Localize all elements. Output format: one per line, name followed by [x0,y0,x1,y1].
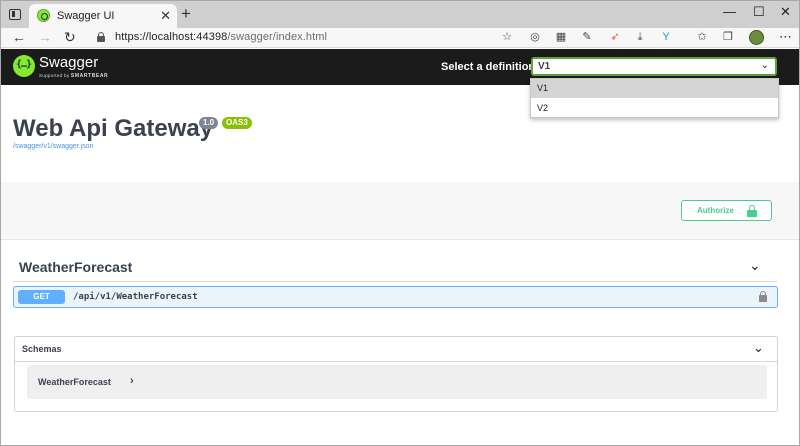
fork-icon[interactable]: Y [660,31,672,43]
chevron-right-icon: › [130,375,134,387]
address-input[interactable]: https://localhost:44398/swagger/index.ht… [115,31,327,43]
schemas-title[interactable]: Schemas [22,344,62,354]
method-badge: GET [18,290,65,304]
dropdown-option-v2[interactable]: V2 [531,99,778,118]
lock-icon[interactable] [759,291,767,302]
dropdown-option-v1[interactable]: V1 [531,79,778,98]
maximize-button[interactable]: ☐ [753,4,765,20]
scheme-container: Authorize [1,182,799,240]
schemas-section: Schemas ⌄ WeatherForecast › [14,336,778,412]
forward-button[interactable]: → [38,29,52,45]
workspaces-icon[interactable] [9,9,21,20]
definition-dropdown-list: V1 V2 [530,78,779,118]
tab-title: Swagger UI [57,10,115,22]
chevron-down-icon[interactable]: ⌄ [753,340,764,356]
version-badge: 1.0 [199,117,219,129]
chevron-down-icon: ⌄ [760,60,769,71]
url-host: https://localhost:44398 [115,31,228,43]
refresh-button[interactable]: ↻ [64,29,76,46]
profile-avatar[interactable] [749,30,764,45]
qr-icon[interactable]: ▦ [555,31,567,43]
spec-url-link[interactable]: /swagger/v1/swagger.json [13,143,94,150]
new-tab-button[interactable]: + [181,4,191,24]
definition-select-value: V1 [538,61,551,72]
divider [13,281,777,282]
swagger-favicon-icon [37,9,50,22]
minimize-button[interactable]: — [723,4,736,19]
swift-icon[interactable]: ➶ [609,31,621,43]
lock-icon[interactable] [97,32,105,42]
address-bar-row: ← → ↻ https://localhost:44398/swagger/in… [1,28,799,48]
divider [15,361,777,362]
url-path: /swagger/index.html [227,31,328,43]
page-title: Web Api Gateway [13,115,214,142]
oas-badge: OAS3 [222,117,252,129]
model-container[interactable]: WeatherForecast › [27,365,767,399]
tab-close-icon[interactable]: ✕ [160,8,171,24]
operation-get[interactable]: GET /api/v1/WeatherForecast [13,286,778,308]
chevron-down-icon[interactable]: ⌄ [749,257,761,274]
star-add-icon[interactable]: ☆ [501,31,513,43]
close-window-button[interactable]: ✕ [780,4,791,20]
browser-tab[interactable]: Swagger UI ✕ [29,4,177,28]
operation-path: /api/v1/WeatherForecast [73,292,198,302]
authorize-label: Authorize [697,206,734,215]
download-icon[interactable]: ⤓ [634,31,646,43]
collections-icon[interactable]: ❐ [722,31,734,43]
unlocked-icon [747,205,757,217]
more-menu-icon[interactable]: ⋯ [779,29,792,45]
definition-select[interactable]: V1 ⌄ [531,57,777,76]
swagger-brand[interactable]: Swagger [39,54,98,71]
swagger-logo-icon[interactable]: {…} [13,55,35,77]
definition-select-label: Select a definition [441,61,536,73]
extension-icon[interactable]: ◎ [529,31,541,43]
favorites-icon[interactable]: ✩ [696,31,708,43]
tag-title[interactable]: WeatherForecast [19,259,132,275]
model-name: WeatherForecast [38,377,111,387]
back-button[interactable]: ← [12,29,26,45]
brand-subtitle: Supported by SMARTBEAR [39,73,109,79]
authorize-button[interactable]: Authorize [681,200,772,221]
browser-window: Swagger UI ✕ + — ☐ ✕ ← → ↻ https://local… [0,0,800,446]
pen-icon[interactable]: ✎ [581,31,593,43]
tab-strip: Swagger UI ✕ + — ☐ ✕ [1,1,799,28]
